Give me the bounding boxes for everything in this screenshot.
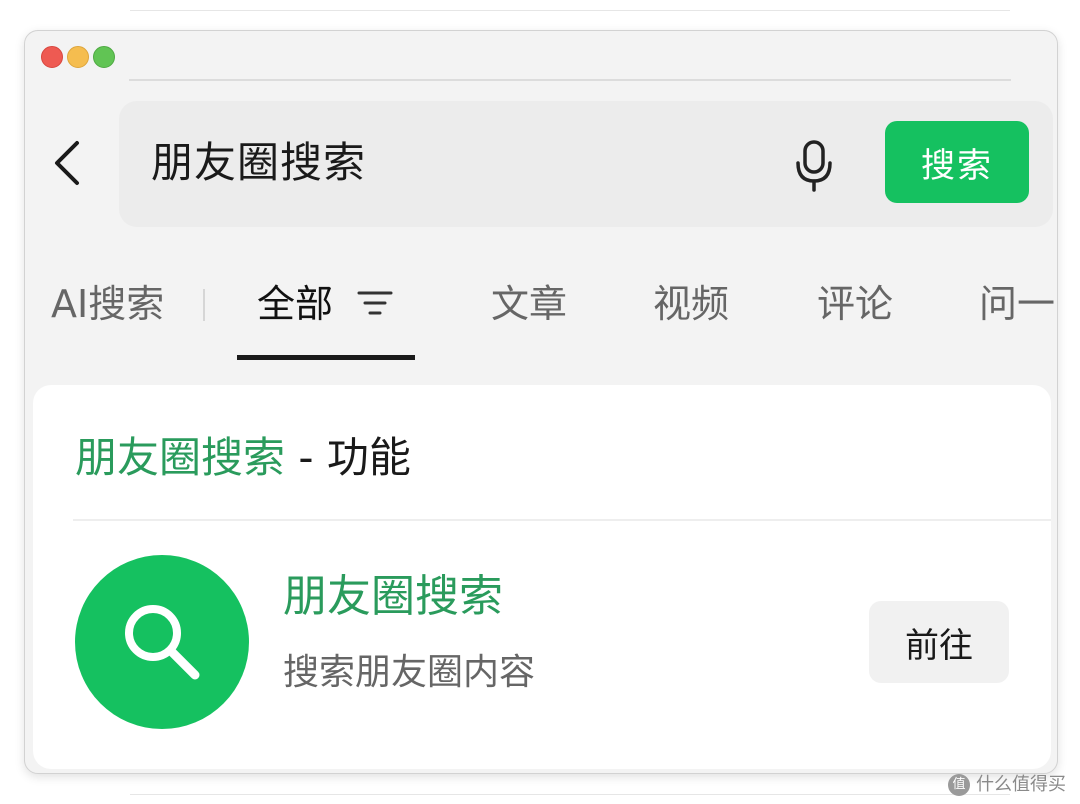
search-button[interactable]: 搜索 bbox=[885, 121, 1029, 203]
title-bar-divider bbox=[129, 79, 1011, 81]
section-title-highlight: 朋友圈搜索 bbox=[75, 433, 286, 482]
result-description: 搜索朋友圈内容 bbox=[283, 652, 536, 693]
chevron-left-icon bbox=[55, 141, 79, 185]
filter-icon[interactable] bbox=[355, 283, 395, 323]
results-card: 朋友圈搜索 - 功能 朋友圈搜索 搜索朋友圈内容 前往 bbox=[33, 385, 1051, 769]
search-icon bbox=[125, 605, 200, 680]
search-input[interactable]: 朋友圈搜索 bbox=[151, 137, 366, 189]
result-avatar bbox=[75, 555, 249, 729]
search-bar[interactable]: 朋友圈搜索 搜索 bbox=[119, 101, 1053, 227]
minimize-window-button[interactable] bbox=[67, 46, 89, 68]
background-divider bbox=[130, 10, 1010, 11]
tab-articles[interactable]: 文章 bbox=[491, 279, 567, 329]
watermark: 值什么值得买 bbox=[948, 770, 1066, 796]
zoom-window-button[interactable] bbox=[93, 46, 115, 68]
tab-ask[interactable]: 问一 bbox=[979, 279, 1055, 329]
result-title: 朋友圈搜索 bbox=[283, 571, 503, 622]
active-tab-indicator bbox=[237, 355, 415, 360]
tab-comments[interactable]: 评论 bbox=[817, 279, 893, 329]
tab-ai-search[interactable]: AI搜索 bbox=[51, 279, 164, 329]
title-bar bbox=[25, 31, 1057, 81]
search-tabs: AI搜索 全部 文章 视频 评论 问一 bbox=[25, 261, 1057, 361]
section-title-suffix: - 功能 bbox=[285, 433, 411, 482]
go-button[interactable]: 前往 bbox=[869, 601, 1009, 683]
watermark-logo: 值 bbox=[948, 774, 970, 796]
app-window: 朋友圈搜索 搜索 AI搜索 全部 文章 视频 评论 问一 朋友圈搜索 - 功能 … bbox=[24, 30, 1058, 774]
tab-all[interactable]: 全部 bbox=[257, 279, 333, 329]
section-title: 朋友圈搜索 - 功能 bbox=[75, 431, 411, 485]
back-button[interactable] bbox=[47, 135, 95, 191]
background-divider bbox=[130, 794, 1010, 795]
tab-videos[interactable]: 视频 bbox=[653, 279, 729, 329]
watermark-text: 什么值得买 bbox=[976, 774, 1066, 795]
tab-divider bbox=[203, 289, 205, 321]
microphone-icon[interactable] bbox=[793, 139, 835, 193]
close-window-button[interactable] bbox=[41, 46, 63, 68]
result-item[interactable]: 朋友圈搜索 搜索朋友圈内容 前往 bbox=[33, 545, 1051, 745]
section-divider bbox=[73, 519, 1051, 521]
